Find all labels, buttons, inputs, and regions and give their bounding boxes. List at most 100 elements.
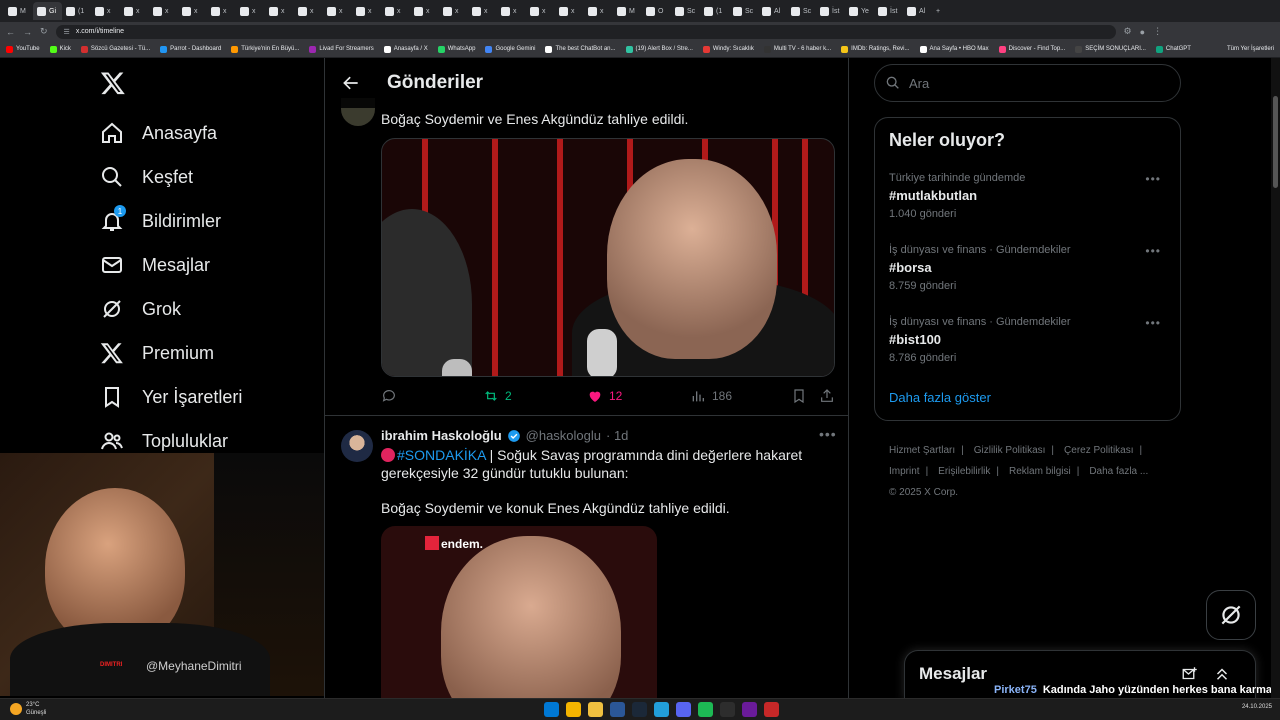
browser-tab[interactable]: Al bbox=[758, 2, 787, 20]
browser-tab[interactable]: x bbox=[265, 2, 294, 20]
bookmark-item[interactable]: ChatGPT bbox=[1155, 45, 1191, 53]
start-icon[interactable] bbox=[544, 702, 559, 717]
discord-icon[interactable] bbox=[676, 702, 691, 717]
x-logo-icon[interactable] bbox=[100, 70, 126, 96]
retweet-button[interactable]: 2 bbox=[483, 388, 512, 404]
nav-item-bookmark[interactable]: Yer İşaretleri bbox=[100, 385, 242, 409]
footer-link[interactable]: Daha fazla ... bbox=[1089, 466, 1148, 477]
browser-tab[interactable]: x bbox=[323, 2, 352, 20]
bookmark-item[interactable]: Parrot - Dashboard bbox=[160, 45, 221, 53]
browser-tab[interactable]: x bbox=[584, 2, 613, 20]
browser-tab[interactable]: Sc bbox=[671, 2, 700, 20]
bookmark-item[interactable]: Türkiye'nin En Büyü... bbox=[231, 45, 299, 53]
scrollbar-thumb[interactable] bbox=[1273, 96, 1278, 188]
footer-link[interactable]: Hizmet Şartları bbox=[889, 445, 955, 456]
chrome-icon[interactable] bbox=[566, 702, 581, 717]
extensions-icon[interactable]: ⚙ bbox=[1124, 26, 1132, 37]
browser-tab[interactable]: İst bbox=[816, 2, 845, 20]
nav-item-grok[interactable]: Grok bbox=[100, 297, 181, 321]
browser-tab[interactable]: x bbox=[439, 2, 468, 20]
tweet2-media[interactable]: endem. bbox=[381, 526, 657, 698]
app-icon[interactable] bbox=[764, 702, 779, 717]
tweet2-time[interactable]: · 1d bbox=[606, 428, 628, 443]
weather-widget[interactable]: 23°C Güneşli bbox=[10, 701, 46, 717]
browser-tab[interactable]: x bbox=[410, 2, 439, 20]
new-tab-icon[interactable]: + bbox=[932, 2, 961, 20]
tweet1-media[interactable] bbox=[381, 138, 835, 377]
browser-tab[interactable]: x bbox=[236, 2, 265, 20]
steam-icon[interactable] bbox=[632, 702, 647, 717]
tweet2-author-handle[interactable]: @haskologlu bbox=[526, 428, 601, 443]
trend-more-icon[interactable]: ••• bbox=[1145, 244, 1161, 258]
nav-item-search[interactable]: Keşfet bbox=[100, 165, 193, 189]
browser-tab[interactable]: M bbox=[613, 2, 642, 20]
bookmark-item[interactable]: Multi TV - 6 haber k... bbox=[763, 45, 831, 53]
footer-link[interactable]: Reklam bilgisi bbox=[1009, 466, 1071, 477]
browser-tab[interactable]: x bbox=[178, 2, 207, 20]
grok-button[interactable] bbox=[1206, 590, 1256, 640]
chevron-up-icon[interactable] bbox=[1213, 665, 1231, 683]
trend-item[interactable]: Türkiye tarihinde gündemde #mutlakbutlan 1… bbox=[889, 172, 1169, 220]
obs-icon[interactable] bbox=[742, 702, 757, 717]
views-button[interactable]: 186 bbox=[690, 388, 732, 404]
reload-icon[interactable]: ↻ bbox=[40, 26, 48, 37]
browser-tab[interactable]: x bbox=[207, 2, 236, 20]
forward-icon[interactable]: → bbox=[23, 27, 32, 37]
browser-tab[interactable]: x bbox=[381, 2, 410, 20]
browser-tab[interactable]: Ye bbox=[845, 2, 874, 20]
nav-item-x[interactable]: Premium bbox=[100, 341, 214, 365]
bookmark-item[interactable]: The best ChatBot an... bbox=[545, 45, 616, 53]
tweet2-more-icon[interactable]: ••• bbox=[819, 426, 837, 442]
browser-tab[interactable]: (1 bbox=[62, 2, 91, 20]
nav-item-people[interactable]: Topluluklar bbox=[100, 429, 228, 453]
browser-tab[interactable]: x bbox=[149, 2, 178, 20]
browser-tab[interactable]: Al bbox=[903, 2, 932, 20]
bookmark-button[interactable] bbox=[791, 388, 807, 404]
footer-link[interactable]: Gizlilik Politikası bbox=[974, 445, 1046, 456]
menu-icon[interactable]: ⋮ bbox=[1153, 26, 1162, 37]
browser-tab[interactable]: O bbox=[642, 2, 671, 20]
app-icon[interactable] bbox=[610, 702, 625, 717]
page-scrollbar[interactable] bbox=[1271, 58, 1280, 698]
back-arrow-icon[interactable] bbox=[341, 73, 361, 93]
bookmark-item[interactable]: Ana Sayfa • HBO Max bbox=[919, 45, 989, 53]
tweet2-author-name[interactable]: ibrahim Haskoloğlu bbox=[381, 428, 502, 443]
taskbar-clock[interactable]: 24.10.2025 bbox=[1242, 704, 1272, 711]
site-info-icon[interactable]: ☰ bbox=[64, 28, 70, 36]
url-field[interactable]: ☰ x.com/i/timeline bbox=[55, 24, 1116, 39]
folder-icon[interactable] bbox=[588, 702, 603, 717]
reply-button[interactable] bbox=[381, 388, 397, 404]
telegram-icon[interactable] bbox=[654, 702, 669, 717]
browser-tab[interactable]: Gi bbox=[33, 2, 62, 20]
search-input[interactable]: Ara bbox=[874, 64, 1181, 102]
browser-tab[interactable]: İst bbox=[874, 2, 903, 20]
nav-item-mail[interactable]: Mesajlar bbox=[100, 253, 210, 277]
like-button[interactable]: 12 bbox=[587, 388, 622, 404]
bookmark-item[interactable]: Anasayfa / X bbox=[383, 45, 428, 53]
trend-more-icon[interactable]: ••• bbox=[1145, 316, 1161, 330]
nav-item-bell[interactable]: 1 Bildirimler bbox=[100, 205, 221, 233]
trend-item[interactable]: İş dünyası ve finans · Gündemdekiler #bis… bbox=[889, 316, 1169, 364]
all-bookmarks-button[interactable]: Tüm Yer İşaretleri bbox=[1227, 46, 1274, 52]
app-icon[interactable] bbox=[720, 702, 735, 717]
browser-tab[interactable]: x bbox=[120, 2, 149, 20]
bookmark-item[interactable]: Windy: Sıcaklık bbox=[702, 45, 754, 53]
back-icon[interactable]: ← bbox=[6, 27, 15, 37]
browser-tab[interactable]: M bbox=[4, 2, 33, 20]
browser-tab[interactable]: x bbox=[468, 2, 497, 20]
browser-tab[interactable]: x bbox=[526, 2, 555, 20]
footer-link[interactable]: Erişilebilirlik bbox=[938, 466, 990, 477]
browser-tab[interactable]: x bbox=[91, 2, 120, 20]
nav-item-home[interactable]: Anasayfa bbox=[100, 121, 217, 145]
bookmark-item[interactable]: (19) Alert Box / Stre... bbox=[625, 45, 693, 53]
browser-tab[interactable]: Sc bbox=[787, 2, 816, 20]
new-message-icon[interactable] bbox=[1181, 665, 1199, 683]
bookmark-item[interactable]: Livad For Streamers bbox=[309, 45, 374, 53]
bookmark-item[interactable]: YouTube bbox=[6, 45, 40, 53]
bookmark-item[interactable]: WhatsApp bbox=[437, 45, 475, 53]
bookmark-item[interactable]: Sözcü Gazetesi - Tü... bbox=[80, 45, 150, 53]
bookmark-item[interactable]: SEÇİM SONUÇLARI... bbox=[1075, 45, 1146, 53]
tweet2-hashtag[interactable]: #SONDAKİKA bbox=[397, 447, 486, 463]
spotify-icon[interactable] bbox=[698, 702, 713, 717]
browser-tab[interactable]: x bbox=[294, 2, 323, 20]
